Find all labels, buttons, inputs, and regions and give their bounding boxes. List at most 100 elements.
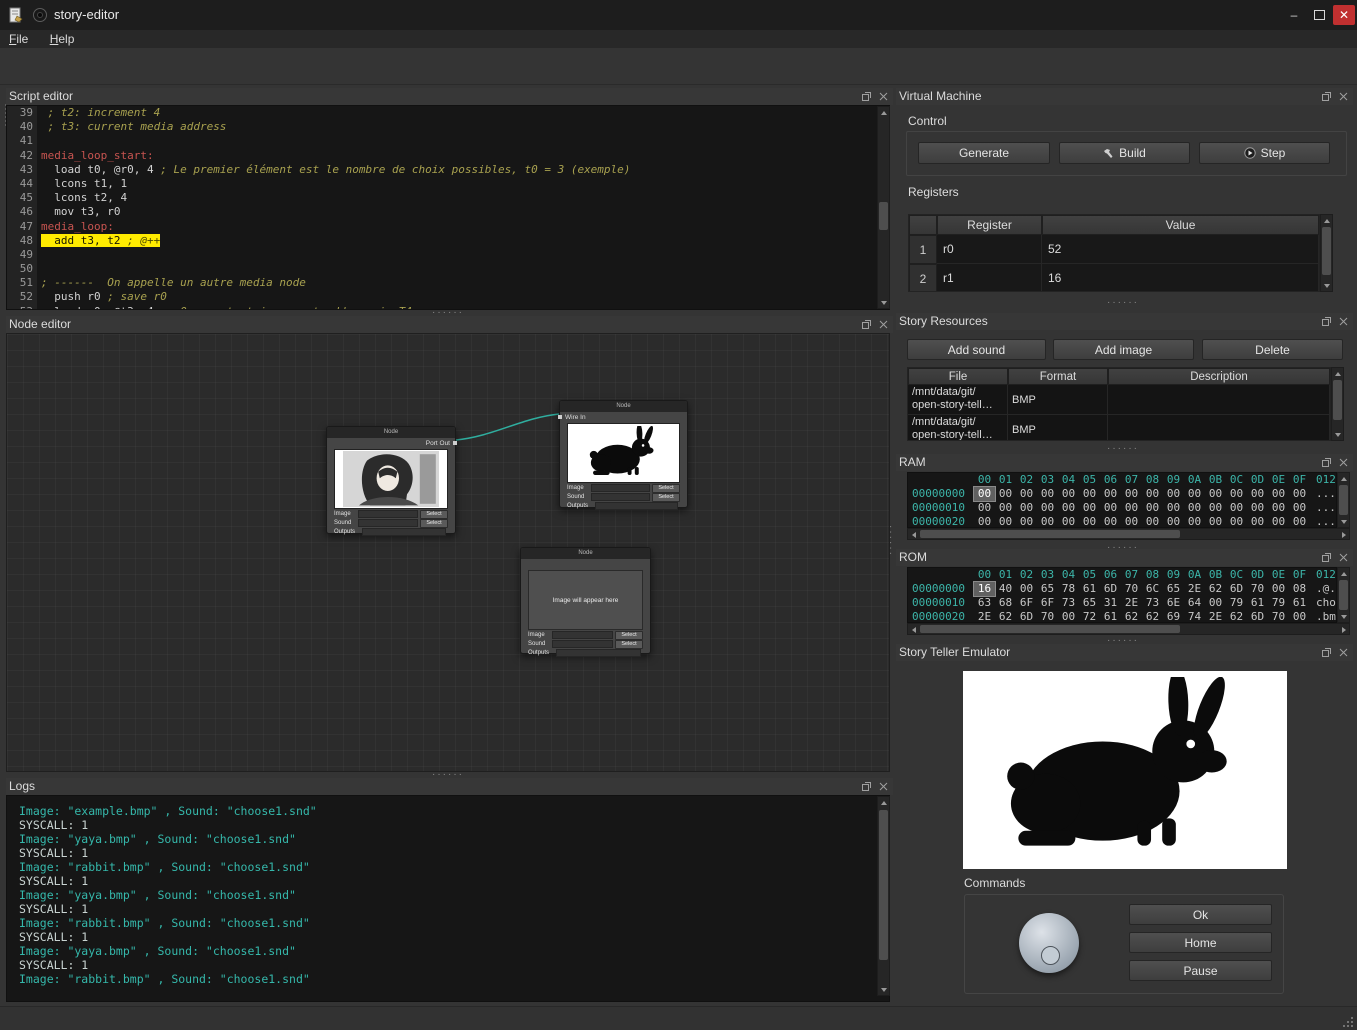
scrollbar-thumb[interactable] [1339,580,1348,610]
hex-byte[interactable]: 00 [1121,487,1142,501]
code-line[interactable]: 43 load t0, @r0, 4 ; Le premier élément … [7,163,889,177]
hex-byte[interactable]: 00 [1016,487,1037,501]
hex-byte[interactable]: 00 [1247,487,1268,501]
hex-byte[interactable]: 70 [1121,582,1142,596]
hex-byte[interactable]: 74 [1184,610,1205,623]
hex-byte[interactable]: 62 [1226,610,1247,623]
hex-byte[interactable]: 61 [1100,610,1121,623]
hex-byte[interactable]: 00 [1226,501,1247,515]
close-panel-icon[interactable] [1338,91,1349,102]
outputs-value-box[interactable] [595,502,678,510]
hex-byte[interactable]: 00 [1184,501,1205,515]
scrollbar-track[interactable] [919,624,1338,634]
ok-button[interactable]: Ok [1129,904,1272,925]
code-line[interactable]: 49 [7,248,889,262]
hex-byte[interactable]: 69 [1163,610,1184,623]
hex-byte[interactable]: 00 [974,487,995,501]
ram-hex-view[interactable]: 000102030405060708090A0B0C0D0E0F01234567… [907,472,1337,528]
maximize-button[interactable] [1308,5,1330,25]
node-title[interactable]: Node [327,427,455,438]
hex-byte[interactable]: 00 [1226,487,1247,501]
scrollbar-thumb[interactable] [1339,485,1348,515]
hex-byte[interactable]: 00 [1289,610,1310,623]
float-panel-icon[interactable] [1321,552,1332,563]
hex-byte[interactable]: 70 [1037,610,1058,623]
hex-byte[interactable]: 00 [1037,487,1058,501]
home-button[interactable]: Home [1129,932,1272,953]
hex-byte[interactable]: 70 [1247,582,1268,596]
float-panel-icon[interactable] [861,91,872,102]
hex-byte[interactable]: 62 [1205,582,1226,596]
hex-byte[interactable]: 00 [1121,515,1142,528]
hex-byte[interactable]: 00 [1268,501,1289,515]
script-editor[interactable]: 39 ; t2: increment 440 ; t3: current med… [6,105,890,310]
close-panel-icon[interactable] [1338,316,1349,327]
node-title[interactable]: Node [560,401,687,412]
add-image-button[interactable]: Add image [1053,339,1194,360]
scrollbar-track[interactable] [878,808,889,984]
hex-byte[interactable]: 62 [995,610,1016,623]
add-sound-button[interactable]: Add sound [907,339,1046,360]
hex-byte[interactable]: 2E [1121,596,1142,610]
hex-byte[interactable]: 00 [995,487,1016,501]
rom-hscrollbar[interactable] [907,623,1350,635]
scroll-up-arrow[interactable] [1332,368,1343,379]
media-node-1[interactable]: Node Port Out Image Select [326,426,456,534]
hex-byte[interactable]: 00 [1142,501,1163,515]
float-panel-icon[interactable] [1321,91,1332,102]
hex-byte[interactable]: 61 [1079,582,1100,596]
scrollbar-track[interactable] [878,118,889,297]
rom-hex-view[interactable]: 000102030405060708090A0B0C0D0E0F01234567… [907,567,1337,623]
hex-byte[interactable]: 00 [1142,515,1163,528]
float-panel-icon[interactable] [1321,316,1332,327]
float-panel-icon[interactable] [861,781,872,792]
code-line[interactable]: 51; ------ On appelle un autre media nod… [7,276,889,290]
hex-byte[interactable]: 6D [1016,610,1037,623]
hex-byte[interactable]: 65 [1163,582,1184,596]
hex-byte[interactable]: 00 [1205,515,1226,528]
hex-byte[interactable]: 00 [1205,487,1226,501]
pause-button[interactable]: Pause [1129,960,1272,981]
hex-byte[interactable]: 00 [1037,501,1058,515]
scroll-left-arrow[interactable] [908,529,919,540]
select-image-button[interactable]: Select [652,484,680,493]
resources-vscrollbar[interactable] [1331,367,1344,441]
outputs-value-box[interactable] [556,649,641,657]
scrollbar-thumb[interactable] [879,810,888,960]
code-line[interactable]: 48 add t3, t2 ; @++ [7,234,889,248]
hex-byte[interactable]: 00 [1163,487,1184,501]
float-panel-icon[interactable] [1321,457,1332,468]
hex-byte[interactable]: 16 [974,582,995,596]
close-panel-icon[interactable] [1338,647,1349,658]
code-line[interactable]: 40 ; t3: current media address [7,120,889,134]
minimize-button[interactable]: – [1283,5,1305,25]
splitter-handle[interactable]: ······ [896,446,1350,452]
float-panel-icon[interactable] [1321,647,1332,658]
scroll-down-arrow[interactable] [1338,516,1349,527]
scrollbar-track[interactable] [1332,379,1343,429]
hex-byte[interactable]: 6E [1163,596,1184,610]
hex-data-row[interactable]: 000000202E626D70007261626269742E626D7000… [912,610,1336,623]
hex-byte[interactable]: 00 [1058,515,1079,528]
select-image-button[interactable]: Select [615,631,643,640]
hex-byte[interactable]: 00 [974,501,995,515]
hex-byte[interactable]: 00 [1121,501,1142,515]
close-panel-icon[interactable] [1338,457,1349,468]
hex-byte[interactable]: 6D [1226,582,1247,596]
delete-button[interactable]: Delete [1202,339,1343,360]
menu-file[interactable]: File [0,30,37,48]
code-line[interactable]: 46 mov t3, r0 [7,205,889,219]
hex-byte[interactable]: 65 [1037,582,1058,596]
hex-byte[interactable]: 6C [1142,582,1163,596]
hex-byte[interactable]: 64 [1184,596,1205,610]
hex-byte[interactable]: 00 [1184,515,1205,528]
hex-data-row[interactable]: 0000001000000000000000000000000000000000… [912,501,1336,515]
hex-byte[interactable]: 00 [1016,501,1037,515]
input-port[interactable] [558,415,562,419]
hex-byte[interactable]: 6F [1016,596,1037,610]
generate-button[interactable]: Generate [918,142,1050,164]
hex-byte[interactable]: 2E [1184,582,1205,596]
hex-byte[interactable]: 00 [1289,487,1310,501]
hex-byte[interactable]: 00 [974,515,995,528]
hex-byte[interactable]: 00 [1268,515,1289,528]
